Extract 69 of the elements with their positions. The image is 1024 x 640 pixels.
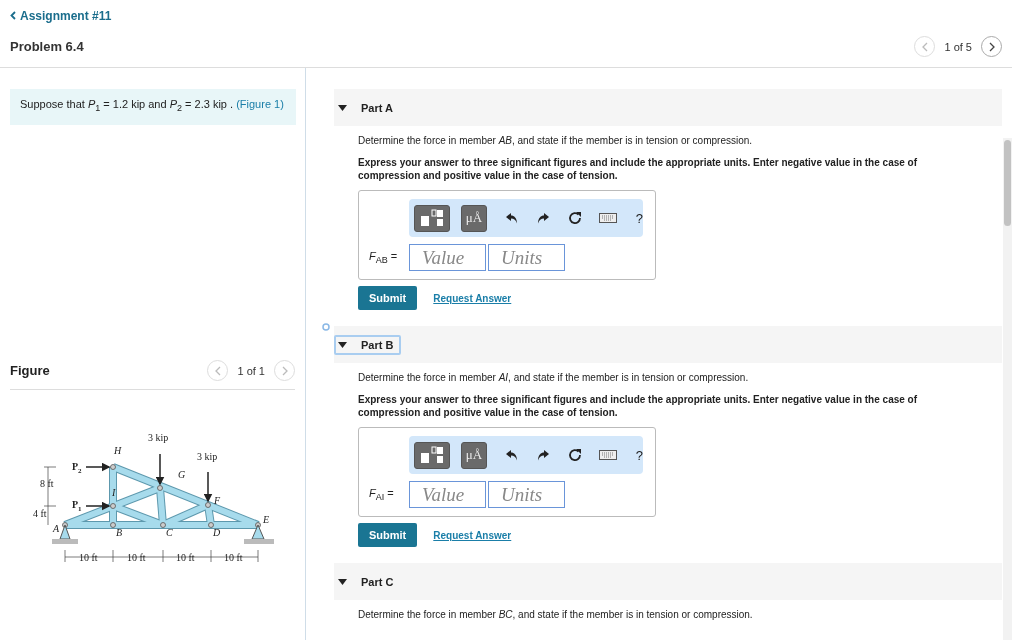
part-toggle[interactable]: Part A [334, 97, 401, 118]
request-answer-link[interactable]: Request Answer [433, 529, 512, 541]
answer-label: F$_{AI}$ = [369, 486, 395, 503]
figure-label: E [263, 514, 270, 526]
undo-icon[interactable] [505, 212, 518, 224]
chevron-left-icon [214, 365, 221, 376]
figure-label: F [214, 495, 221, 507]
instructions-text: Express your answer to three significant figures and include the appropriate units. Enter negative value in the case of compression and positive value in the case of tension. [358, 156, 919, 182]
undo-icon[interactable] [505, 449, 518, 461]
figure-label: 4 ft [33, 508, 47, 520]
caret-icon [338, 104, 347, 111]
chevron-left-icon [921, 41, 928, 52]
intro-text: Suppose that P$_{1}$ = 1.2 kip and P$_{2}$ = 2.3 kip . [20, 98, 235, 110]
part-toggle[interactable]: Part C [334, 571, 402, 592]
figure-label: 3 kip [197, 451, 218, 463]
chevron-right-icon [281, 365, 288, 376]
figure-label: 10 ft [127, 552, 146, 564]
figure-label: P$_{1}$ [72, 499, 82, 514]
reset-icon[interactable] [567, 448, 582, 462]
keyboard-icon[interactable] [598, 213, 617, 223]
figure-label: P$_{2}$ [72, 461, 82, 476]
problem-title: Problem 6.4 [10, 39, 84, 54]
symbols-button[interactable]: μÅ [461, 204, 487, 232]
figure-label: I [112, 487, 116, 499]
figure-label: D [213, 527, 221, 539]
template-icon [420, 209, 445, 227]
figure-label: B [116, 527, 123, 539]
value-input[interactable]: Value [409, 244, 486, 271]
caret-icon [338, 341, 347, 348]
units-input[interactable]: Units [488, 244, 565, 271]
question-text: Determine the force in member AB, and state if the member is in tension or compression. [358, 134, 754, 148]
figure-label: H [114, 445, 122, 457]
help-button[interactable]: ? [635, 210, 643, 226]
question-text: Determine the force in member BC, and state if the member is in tension or compression. [358, 608, 754, 622]
template-button[interactable] [414, 441, 451, 469]
figure-title: Figure [10, 363, 50, 379]
keyboard-icon[interactable] [598, 450, 617, 460]
value-input[interactable]: Value [409, 481, 486, 508]
units-input[interactable]: Units [488, 481, 565, 508]
help-button[interactable]: ? [635, 447, 643, 463]
redo-icon[interactable] [536, 212, 549, 224]
request-answer-link[interactable]: Request Answer [433, 292, 512, 304]
figure-label: 3 kip [148, 432, 169, 444]
reset-icon[interactable] [567, 211, 582, 225]
figure-link[interactable]: (Figure 1) [236, 98, 284, 110]
figure-label: 10 ft [176, 552, 195, 564]
caret-icon [338, 578, 347, 585]
figure-label: 8 ft [40, 478, 54, 490]
template-icon [420, 446, 445, 464]
answer-label: F$_{AB}$ = [369, 249, 399, 266]
submit-button[interactable]: Submit [358, 286, 418, 310]
part-toggle[interactable]: Part B [334, 334, 402, 355]
figure-label: 10 ft [224, 552, 243, 564]
question-text: Determine the force in member AI, and state if the member is in tension or compression. [358, 371, 750, 385]
figure-label: G [178, 469, 186, 481]
chevron-right-icon [988, 41, 995, 52]
symbols-button[interactable]: μÅ [461, 441, 487, 469]
redo-icon[interactable] [536, 449, 549, 461]
submit-button[interactable]: Submit [358, 523, 418, 547]
pager-text: 1 of 1 [237, 364, 265, 377]
figure-label: C [166, 527, 173, 539]
instructions-text: Express your answer to three significant figures and include the appropriate units. Enter negative value in the case of compression and positive value in the case of tension. [358, 393, 919, 419]
pager-text: 1 of 5 [944, 40, 972, 53]
progress-dot-icon [322, 323, 330, 331]
template-button[interactable] [414, 204, 451, 232]
chevron-left-icon [10, 11, 16, 20]
figure-label: A [53, 523, 60, 535]
back-link[interactable]: Assignment #11 [10, 9, 1002, 23]
figure-label: 10 ft [79, 552, 98, 564]
